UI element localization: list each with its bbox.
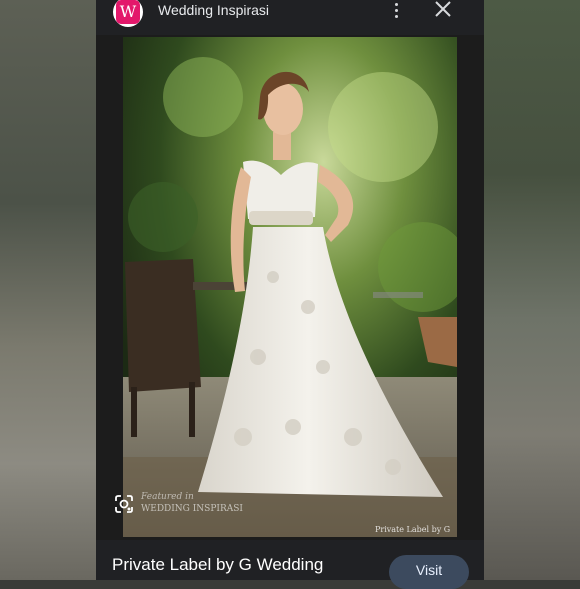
more-options-button[interactable] xyxy=(388,0,404,20)
watermark-left: WEDDING INSPIRASI xyxy=(141,504,243,514)
viewer-header: W Wedding Inspirasi xyxy=(96,0,484,35)
image-viewer: W Wedding Inspirasi Featured in WEDDING … xyxy=(96,0,484,589)
image-title[interactable]: Private Label by G Wedding xyxy=(112,555,323,575)
image-info-bar: Private Label by G Wedding Visit xyxy=(96,540,484,589)
kebab-dot-icon xyxy=(394,8,398,12)
blurred-background-right xyxy=(484,0,580,580)
blurred-background-left xyxy=(0,0,96,580)
svg-text:Featured in: Featured in xyxy=(140,492,194,502)
site-logo-letter: W xyxy=(116,0,140,24)
site-name[interactable]: Wedding Inspirasi xyxy=(158,2,269,18)
photo-illustration: Featured in WEDDING INSPIRASI Private La… xyxy=(123,37,457,537)
visit-button[interactable]: Visit xyxy=(389,555,469,589)
kebab-dot-icon xyxy=(394,14,398,18)
watermark-right: Private Label by G xyxy=(375,525,450,534)
kebab-dot-icon xyxy=(394,2,398,6)
google-lens-icon[interactable] xyxy=(114,494,134,514)
wedding-dress-photo[interactable]: Featured in WEDDING INSPIRASI Private La… xyxy=(123,37,457,537)
site-logo[interactable]: W xyxy=(113,0,143,27)
close-icon[interactable] xyxy=(433,0,453,20)
